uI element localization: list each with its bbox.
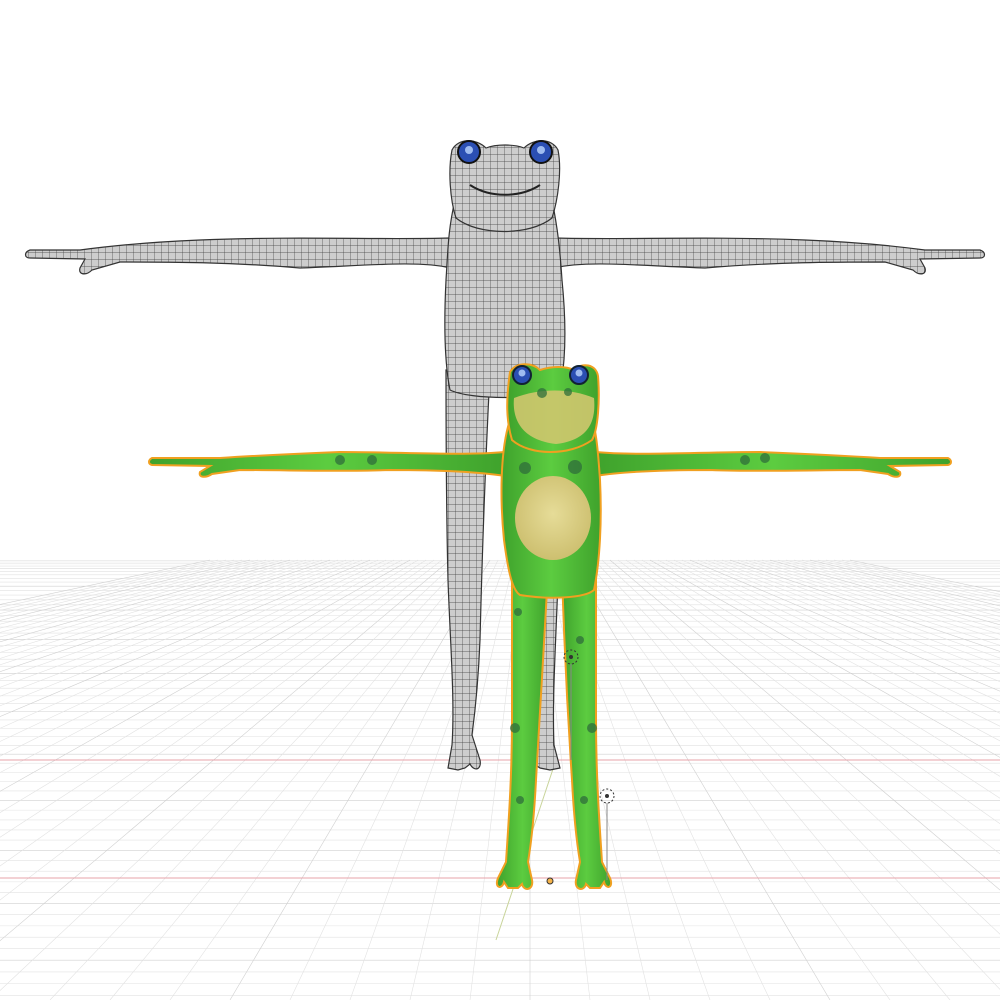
grid-line: [569, 559, 831, 1000]
grid-line: [0, 559, 211, 605]
grid-line: [0, 559, 243, 618]
wire-arm-right: [554, 237, 986, 275]
grid-line: [169, 559, 483, 1000]
grid-line: [825, 559, 1000, 601]
grid-line: [673, 559, 1000, 714]
grid-line: [657, 559, 1000, 742]
grid-line: [841, 559, 1000, 595]
grid-line: [0, 559, 259, 625]
grid-line: [777, 559, 1000, 621]
grid-line: [0, 559, 339, 680]
3d-viewport[interactable]: [0, 0, 1000, 1000]
grid-line: [0, 559, 283, 638]
grid-line: [593, 559, 1000, 990]
grid-line: [689, 559, 1000, 692]
grid-line: [0, 559, 315, 659]
grid-line: [0, 559, 227, 611]
grid-line: [0, 559, 459, 992]
grid-line: [109, 559, 475, 1000]
grid-line: [617, 559, 1000, 855]
grid-line: [761, 559, 1000, 630]
floor-grid: [0, 559, 1000, 1000]
grid-line: [697, 559, 1000, 683]
grid-line: [793, 559, 1000, 614]
grid-line: [0, 559, 299, 648]
grid-line: [49, 559, 467, 1000]
grid-line: [0, 559, 331, 673]
grid-line: [0, 559, 395, 757]
frog-leg-right: [560, 568, 613, 890]
grid-line: [833, 559, 1000, 598]
grid-line: [0, 559, 347, 688]
grid-line: [633, 559, 1000, 799]
grid-line: [0, 559, 419, 813]
frog-belly: [515, 476, 591, 560]
grid-line: [769, 559, 1000, 626]
grid-line: [0, 559, 411, 792]
grid-line: [0, 559, 219, 608]
grid-line: [737, 559, 1000, 646]
grid-line: [681, 559, 1000, 702]
grid-line: [625, 559, 1000, 825]
grid-line: [0, 559, 323, 666]
grid-line: [0, 559, 291, 643]
wire-leg-left: [445, 369, 491, 771]
frog-arm-right: [594, 450, 952, 478]
grid-line: [641, 559, 1000, 777]
grid-line: [0, 559, 251, 621]
grid-line: [349, 559, 507, 1000]
grid-line: [745, 559, 1000, 640]
wire-arm-left: [24, 237, 451, 275]
object-origin[interactable]: [546, 877, 554, 885]
grid-line: [0, 559, 307, 653]
grid-line: [0, 559, 443, 901]
grid-line: [729, 559, 1000, 652]
origin-icon: [546, 877, 554, 885]
grid-line: [801, 559, 1000, 610]
grid-line: [665, 559, 1000, 727]
grid-line: [0, 559, 427, 838]
grid-line: [0, 559, 355, 697]
grid-line: [585, 559, 951, 1000]
grid-line: [577, 559, 891, 1000]
grid-line: [0, 559, 451, 942]
grid-line: [0, 559, 387, 742]
